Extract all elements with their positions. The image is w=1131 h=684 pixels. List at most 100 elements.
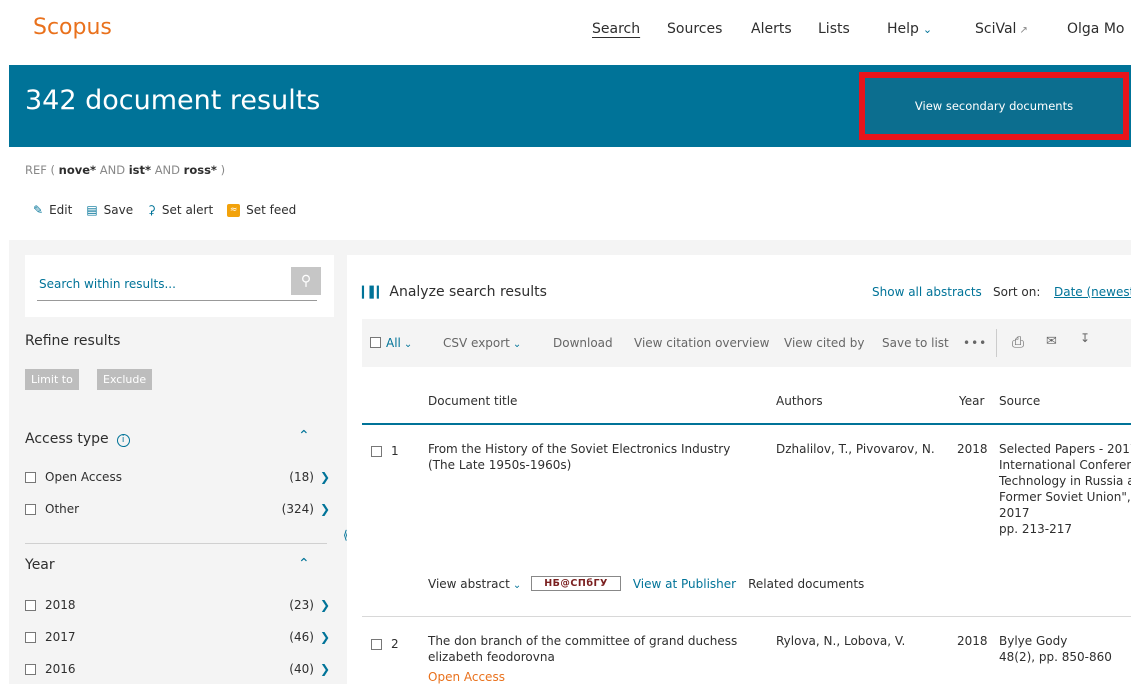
checkbox[interactable]	[25, 599, 36, 611]
analyze-search-results-link[interactable]: ▎▌▎ Analyze search results	[362, 284, 547, 300]
sort-select[interactable]: Date (newest)	[1054, 285, 1131, 299]
download-button[interactable]: Download	[553, 336, 613, 350]
edit-label: Edit	[49, 203, 73, 217]
query-operator: AND	[99, 163, 126, 177]
authors-link[interactable]: Rylova, N., Lobova, V.	[776, 633, 946, 649]
save-label: Save	[103, 203, 134, 217]
row-divider	[362, 616, 1131, 617]
rss-icon: ≈	[227, 203, 241, 217]
source-line[interactable]: International Conferen	[999, 457, 1131, 473]
related-documents-link[interactable]: Related documents	[748, 577, 864, 591]
show-all-abstracts-link[interactable]: Show all abstracts	[872, 285, 982, 299]
facet-year-2016[interactable]: 2016 (40) ❯	[25, 662, 330, 676]
chevron-right-icon[interactable]: ❯	[320, 598, 330, 612]
checkbox[interactable]	[25, 471, 36, 483]
authors-link[interactable]: Dzhalilov, T., Pivovarov, N.	[776, 441, 946, 457]
save-to-list-button[interactable]: Save to list	[882, 336, 949, 350]
view-abstract-toggle[interactable]: View abstract ⌄	[428, 577, 521, 591]
email-icon[interactable]: ✉	[1046, 334, 1057, 349]
document-title-link[interactable]: The don branch of the committee of grand…	[428, 633, 758, 665]
result-row-checkbox[interactable]: 1	[371, 444, 399, 458]
source-line[interactable]: Bylye Gody	[999, 633, 1112, 649]
column-source[interactable]: Source	[999, 394, 1040, 408]
result-row-checkbox[interactable]: 2	[371, 637, 399, 651]
facet-count: (23)	[289, 598, 314, 612]
facet-label: 2018	[45, 598, 76, 612]
edit-query-button[interactable]: ✎ Edit	[33, 203, 72, 217]
row-actions: View abstract ⌄ НБ@СПбГУ View at Publishe…	[428, 576, 864, 591]
library-link-button[interactable]: НБ@СПбГУ	[531, 576, 621, 591]
facet-year-2017[interactable]: 2017 (46) ❯	[25, 630, 330, 644]
view-at-publisher-link[interactable]: View at Publisher	[633, 577, 736, 591]
bibliography-icon[interactable]: ↧	[1080, 331, 1090, 345]
print-icon[interactable]: ⎙	[1012, 333, 1024, 351]
collapse-access-icon[interactable]: ⌃	[298, 428, 310, 444]
chevron-down-icon: ⌄	[512, 579, 522, 591]
bell-icon: ⚳	[147, 203, 156, 217]
analyze-label: Analyze search results	[389, 284, 547, 300]
chevron-down-icon: ⌄	[922, 23, 933, 36]
facet-other[interactable]: Other (324) ❯	[25, 502, 330, 516]
facet-label: 2017	[45, 630, 76, 644]
csv-export-dropdown[interactable]: CSV export ⌄	[443, 336, 521, 350]
info-icon[interactable]: i	[116, 433, 130, 447]
limit-to-button[interactable]: Limit to	[25, 369, 79, 390]
divider	[25, 543, 327, 544]
checkbox[interactable]	[25, 631, 36, 643]
set-feed-label: Set feed	[246, 203, 297, 217]
collapse-year-icon[interactable]: ⌃	[298, 556, 310, 572]
nav-search[interactable]: Search	[592, 21, 640, 37]
nav-help[interactable]: Help ⌄	[887, 21, 932, 37]
external-link-icon: ↗	[1019, 25, 1028, 36]
source-line[interactable]: Selected Papers - 2017	[999, 441, 1131, 457]
toolbar-divider	[996, 329, 997, 357]
query-term: ross*	[183, 163, 217, 177]
facet-year-2018[interactable]: 2018 (23) ❯	[25, 598, 330, 612]
source-line: pp. 213-217	[999, 522, 1073, 536]
view-cited-by-button[interactable]: View cited by	[784, 336, 864, 350]
checkbox[interactable]	[371, 638, 382, 650]
scopus-logo[interactable]: Scopus	[33, 15, 112, 40]
year-value: 2018	[957, 442, 988, 456]
search-icon[interactable]: ⚲	[291, 267, 321, 295]
nav-lists[interactable]: Lists	[818, 21, 850, 37]
facet-count: (46)	[289, 630, 314, 644]
nav-sources[interactable]: Sources	[667, 21, 722, 37]
column-document-title[interactable]: Document title	[428, 394, 517, 408]
chevron-right-icon[interactable]: ❯	[320, 630, 330, 644]
view-secondary-documents-button[interactable]: View secondary documents	[859, 72, 1129, 140]
nav-user[interactable]: Olga Mo	[1067, 21, 1124, 37]
checkbox[interactable]	[370, 337, 381, 348]
nav-help-label: Help	[887, 21, 919, 37]
column-authors[interactable]: Authors	[776, 394, 823, 408]
select-all-dropdown[interactable]: All ⌄	[370, 336, 412, 350]
source-line[interactable]: Technology in Russia a	[999, 473, 1131, 489]
query-actions: ✎ Edit ▤ Save ⚳ Set alert ≈ Set feed	[33, 203, 310, 217]
sort-label: Sort on:	[993, 285, 1041, 299]
nav-scival-label: SciVal	[975, 21, 1017, 37]
set-alert-button[interactable]: ⚳ Set alert	[147, 203, 213, 217]
select-all-label: All	[386, 336, 401, 350]
chevron-right-icon[interactable]: ❯	[320, 662, 330, 676]
facet-open-access[interactable]: Open Access (18) ❯	[25, 470, 330, 484]
source-line[interactable]: Former Soviet Union",	[999, 489, 1131, 505]
checkbox[interactable]	[25, 503, 36, 515]
top-navigation: Scopus Search Sources Alerts Lists Help ⌄…	[0, 0, 1131, 65]
checkbox[interactable]	[25, 663, 36, 675]
results-header: 342 document results View secondary docu…	[9, 65, 1131, 147]
set-feed-button[interactable]: ≈ Set feed	[227, 203, 296, 217]
more-options-button[interactable]: •••	[963, 336, 987, 350]
save-query-button[interactable]: ▤ Save	[86, 203, 133, 217]
checkbox[interactable]	[371, 445, 382, 457]
column-year[interactable]: Year	[959, 394, 984, 408]
facet-count: (324)	[281, 502, 314, 516]
view-citation-overview-button[interactable]: View citation overview	[634, 336, 769, 350]
nav-alerts[interactable]: Alerts	[751, 21, 792, 37]
exclude-button[interactable]: Exclude	[97, 369, 153, 390]
document-title-link[interactable]: From the History of the Soviet Electroni…	[428, 441, 758, 473]
query-suffix: )	[220, 163, 226, 177]
chevron-right-icon[interactable]: ❯	[320, 470, 330, 484]
nav-scival[interactable]: SciVal ↗	[975, 21, 1028, 37]
search-within-input[interactable]	[37, 267, 317, 301]
chevron-right-icon[interactable]: ❯	[320, 502, 330, 516]
